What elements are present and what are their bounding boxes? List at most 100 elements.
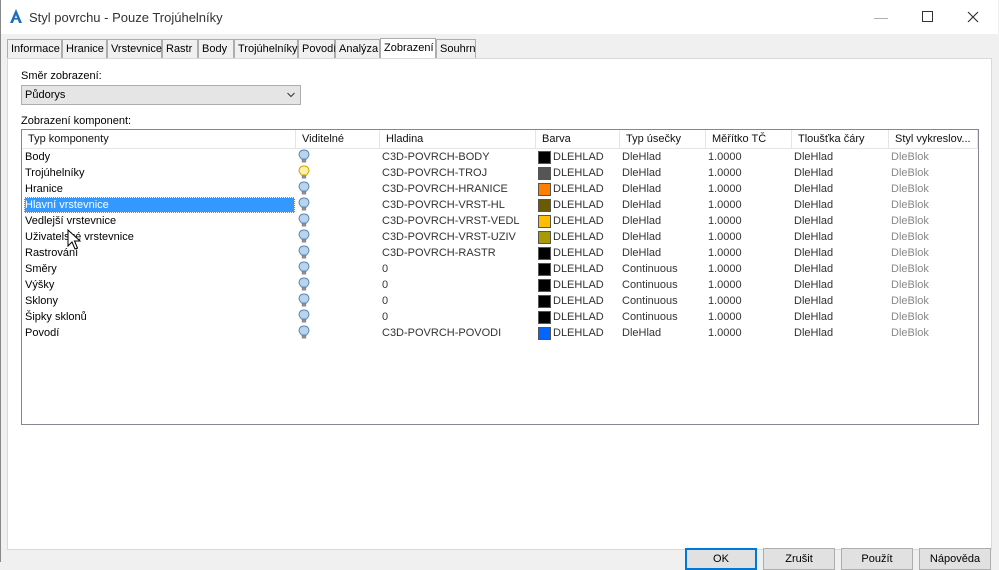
- layer-cell[interactable]: C3D-POVRCH-TROJ: [382, 165, 532, 181]
- linetype-cell[interactable]: DleHlad: [622, 149, 702, 165]
- tab-4[interactable]: Body: [198, 39, 234, 59]
- lineweight-cell[interactable]: DleHlad: [794, 197, 884, 213]
- table-row[interactable]: Hlavní vrstevnice C3D-POVRCH-VRST-HL DLEHL…: [22, 197, 978, 213]
- ok-button[interactable]: OK: [685, 548, 757, 570]
- layer-cell[interactable]: C3D-POVRCH-BODY: [382, 149, 532, 165]
- lineweight-cell[interactable]: DleHlad: [794, 277, 884, 293]
- lightbulb-on-icon[interactable]: [298, 149, 318, 165]
- component-type-cell[interactable]: Vedlejší vrstevnice: [24, 213, 295, 229]
- lightbulb-on-icon[interactable]: [298, 197, 318, 213]
- linetype-scale-cell[interactable]: 1.0000: [708, 261, 788, 277]
- linetype-cell[interactable]: DleHlad: [622, 213, 702, 229]
- table-row[interactable]: Uživatelské vrstevnice C3D-POVRCH-VRST-UZ…: [22, 229, 978, 245]
- column-header[interactable]: Typ komponenty: [22, 130, 296, 148]
- linetype-cell[interactable]: DleHlad: [622, 165, 702, 181]
- layer-cell[interactable]: 0: [382, 277, 532, 293]
- layer-cell[interactable]: C3D-POVRCH-RASTR: [382, 245, 532, 261]
- view-direction-select[interactable]: Půdorys: [21, 85, 301, 105]
- component-type-cell[interactable]: Směry: [24, 261, 295, 277]
- linetype-cell[interactable]: Continuous: [622, 261, 702, 277]
- linetype-scale-cell[interactable]: 1.0000: [708, 181, 788, 197]
- color-cell[interactable]: DLEHLAD: [538, 293, 622, 309]
- tab-5[interactable]: Trojúhelníky: [234, 39, 298, 59]
- tab-0[interactable]: Informace: [7, 39, 62, 59]
- lightbulb-on-icon[interactable]: [298, 293, 318, 309]
- color-cell[interactable]: DLEHLAD: [538, 165, 622, 181]
- lightbulb-on-icon[interactable]: [298, 213, 318, 229]
- column-header[interactable]: Barva: [536, 130, 620, 148]
- linetype-scale-cell[interactable]: 1.0000: [708, 213, 788, 229]
- maximize-button[interactable]: [913, 6, 941, 28]
- lightbulb-on-icon[interactable]: [298, 325, 318, 341]
- component-type-cell[interactable]: Rastrování: [24, 245, 295, 261]
- lineweight-cell[interactable]: DleHlad: [794, 149, 884, 165]
- color-cell[interactable]: DLEHLAD: [538, 277, 622, 293]
- lineweight-cell[interactable]: DleHlad: [794, 245, 884, 261]
- lineweight-cell[interactable]: DleHlad: [794, 181, 884, 197]
- table-row[interactable]: Trojúhelníky C3D-POVRCH-TROJ DLEHLAD DleHla…: [22, 165, 978, 181]
- layer-cell[interactable]: C3D-POVRCH-VRST-VEDL: [382, 213, 532, 229]
- component-type-cell[interactable]: Uživatelské vrstevnice: [24, 229, 295, 245]
- color-cell[interactable]: DLEHLAD: [538, 197, 622, 213]
- linetype-scale-cell[interactable]: 1.0000: [708, 293, 788, 309]
- title-bar[interactable]: Styl povrchu - Pouze Trojúhelníky —: [1, 0, 998, 34]
- table-row[interactable]: Vedlejší vrstevnice C3D-POVRCH-VRST-VEDL D…: [22, 213, 978, 229]
- tab-9[interactable]: Souhrn: [436, 39, 476, 59]
- layer-cell[interactable]: 0: [382, 293, 532, 309]
- linetype-scale-cell[interactable]: 1.0000: [708, 149, 788, 165]
- lightbulb-on-icon[interactable]: [298, 309, 318, 325]
- column-header[interactable]: Hladina: [380, 130, 536, 148]
- linetype-scale-cell[interactable]: 1.0000: [708, 309, 788, 325]
- table-row[interactable]: Body C3D-POVRCH-BODY DLEHLAD DleHlad 1.0000 D…: [22, 149, 978, 165]
- lightbulb-on-icon[interactable]: [298, 245, 318, 261]
- tab-3[interactable]: Rastr: [162, 39, 198, 59]
- linetype-cell[interactable]: DleHlad: [622, 197, 702, 213]
- table-row[interactable]: Směry 0 DLEHLAD Continuous 1.0000 DleHlad DleB…: [22, 261, 978, 277]
- layer-cell[interactable]: C3D-POVRCH-VRST-HL: [382, 197, 532, 213]
- layer-cell[interactable]: 0: [382, 309, 532, 325]
- color-cell[interactable]: DLEHLAD: [538, 181, 622, 197]
- linetype-cell[interactable]: Continuous: [622, 293, 702, 309]
- column-header[interactable]: Typ úsečky: [620, 130, 706, 148]
- lightbulb-lit-icon[interactable]: [298, 165, 318, 181]
- tab-2[interactable]: Vrstevnice: [107, 39, 162, 59]
- color-cell[interactable]: DLEHLAD: [538, 149, 622, 165]
- linetype-cell[interactable]: Continuous: [622, 309, 702, 325]
- component-display-grid[interactable]: Typ komponenty Viditelné Hladina Barva Typ ú…: [21, 129, 979, 425]
- linetype-scale-cell[interactable]: 1.0000: [708, 245, 788, 261]
- tab-1[interactable]: Hranice: [62, 39, 107, 59]
- table-row[interactable]: Sklony 0 DLEHLAD Continuous 1.0000 DleHlad Dle…: [22, 293, 978, 309]
- apply-button[interactable]: Použít: [841, 548, 913, 570]
- lineweight-cell[interactable]: DleHlad: [794, 229, 884, 245]
- tab-7[interactable]: Analýza: [335, 39, 380, 59]
- table-row[interactable]: Rastrování C3D-POVRCH-RASTR DLEHLAD DleHlad…: [22, 245, 978, 261]
- color-cell[interactable]: DLEHLAD: [538, 325, 622, 341]
- lightbulb-on-icon[interactable]: [298, 277, 318, 293]
- color-cell[interactable]: DLEHLAD: [538, 229, 622, 245]
- column-header[interactable]: Měřítko TČ: [706, 130, 792, 148]
- table-row[interactable]: Hranice C3D-POVRCH-HRANICE DLEHLAD DleHlad 1…: [22, 181, 978, 197]
- table-row[interactable]: Šipky sklonů 0 DLEHLAD Continuous 1.0000 DleH…: [22, 309, 978, 325]
- color-cell[interactable]: DLEHLAD: [538, 213, 622, 229]
- linetype-cell[interactable]: Continuous: [622, 277, 702, 293]
- color-cell[interactable]: DLEHLAD: [538, 245, 622, 261]
- linetype-scale-cell[interactable]: 1.0000: [708, 197, 788, 213]
- component-type-cell[interactable]: Hranice: [24, 181, 295, 197]
- close-button[interactable]: [959, 6, 987, 28]
- linetype-scale-cell[interactable]: 1.0000: [708, 165, 788, 181]
- layer-cell[interactable]: C3D-POVRCH-HRANICE: [382, 181, 532, 197]
- color-cell[interactable]: DLEHLAD: [538, 261, 622, 277]
- lineweight-cell[interactable]: DleHlad: [794, 293, 884, 309]
- component-type-cell[interactable]: Výšky: [24, 277, 295, 293]
- component-type-cell[interactable]: Sklony: [24, 293, 295, 309]
- tab-8[interactable]: Zobrazení: [380, 38, 436, 59]
- lightbulb-on-icon[interactable]: [298, 229, 318, 245]
- lineweight-cell[interactable]: DleHlad: [794, 309, 884, 325]
- table-row[interactable]: Povodí C3D-POVRCH-POVODI DLEHLAD DleHlad 1.0…: [22, 325, 978, 341]
- tab-6[interactable]: Povodí: [298, 39, 336, 59]
- component-type-cell[interactable]: Šipky sklonů: [24, 309, 295, 325]
- lightbulb-on-icon[interactable]: [298, 261, 318, 277]
- help-button[interactable]: Nápověda: [919, 548, 991, 570]
- lineweight-cell[interactable]: DleHlad: [794, 213, 884, 229]
- component-type-cell[interactable]: Trojúhelníky: [24, 165, 295, 181]
